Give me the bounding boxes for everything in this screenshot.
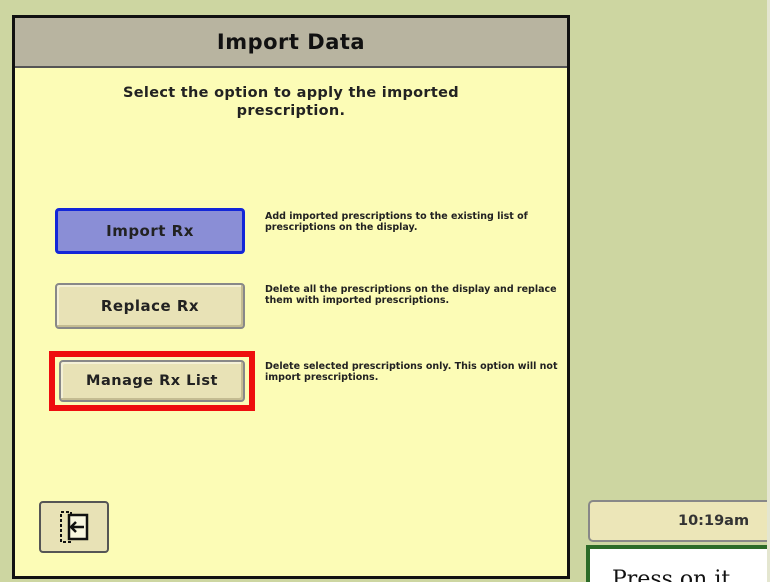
manage-rx-list-button[interactable]: Manage Rx List [59, 360, 245, 402]
replace-rx-description: Delete all the prescriptions on the disp… [265, 284, 557, 306]
instruction-text: Select the option to apply the imported … [123, 85, 459, 119]
clock-display: 10:19am [588, 500, 770, 542]
instruction-callout: Press on it [586, 545, 770, 582]
replace-rx-button[interactable]: Replace Rx [55, 283, 245, 329]
dialog-header: Import Data [15, 18, 567, 68]
manage-rx-highlight: Manage Rx List [49, 351, 255, 411]
import-rx-button[interactable]: Import Rx [55, 208, 245, 254]
time-text: 10:19am [678, 513, 750, 529]
screen: Import Data Select the option to apply t… [0, 0, 770, 582]
manage-rx-description: Delete selected prescriptions only. This… [265, 361, 558, 383]
import-data-dialog: Import Data Select the option to apply t… [12, 15, 570, 579]
exit-back-icon [60, 511, 89, 543]
import-rx-description: Add imported prescriptions to the existi… [265, 211, 528, 233]
back-button[interactable] [39, 501, 109, 553]
callout-text: Press on it [612, 567, 731, 582]
dialog-title: Import Data [216, 30, 366, 54]
